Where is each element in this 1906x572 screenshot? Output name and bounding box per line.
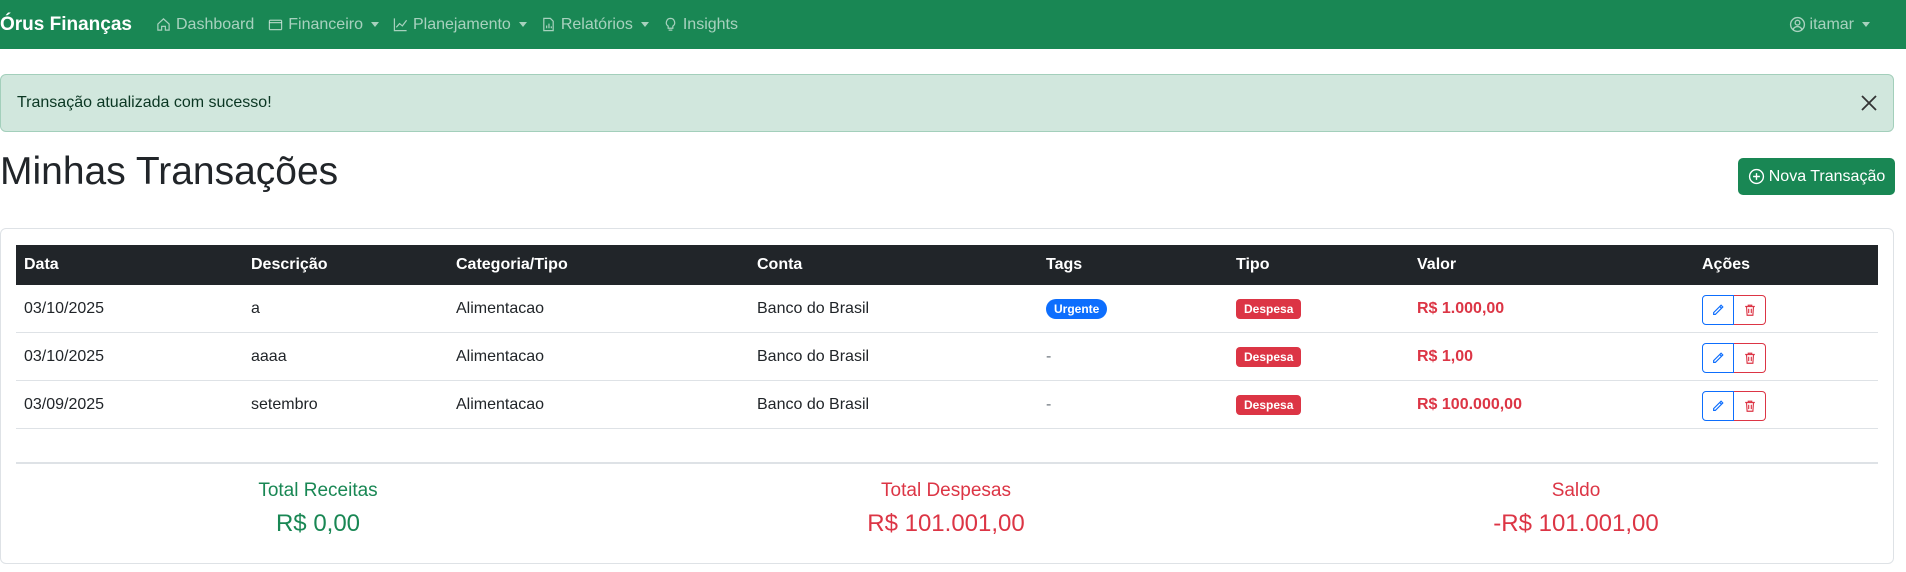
nav-label: Planejamento [412, 15, 511, 33]
column-header-tipo: Tipo [1236, 256, 1270, 273]
cell-tipo: Despesa [1236, 285, 1302, 333]
type-badge: Despesa [1236, 346, 1302, 367]
chart-line-icon [393, 18, 408, 32]
total-saldo: Saldo -R$ 101.001,00 [1426, 480, 1726, 538]
cell-tipo: Despesa [1236, 381, 1302, 429]
total-receitas-label: Total Receitas [258, 480, 378, 501]
type-badge: Despesa [1236, 394, 1302, 415]
column-header-conta: Conta [757, 256, 803, 273]
cell-tags: Urgente [1046, 285, 1108, 333]
cell-data: 03/10/2025 [24, 300, 105, 317]
row-actions [1702, 391, 1766, 421]
total-despesas-value: R$ 101.001,00 [867, 510, 1025, 537]
cell-conta: Banco do Brasil [757, 396, 870, 413]
plus-circle-icon [1748, 168, 1764, 185]
edit-button[interactable] [1702, 391, 1734, 421]
totals-divider [16, 462, 1878, 464]
cell-conta: Banco do Brasil [757, 300, 870, 317]
column-header-descricao: Descrição [251, 256, 328, 273]
table-header: Data Descrição Categoria/Tipo Conta Tags… [16, 245, 1878, 285]
cell-data: 03/10/2025 [24, 348, 105, 365]
nav-item-financeiro[interactable]: Financeiro [268, 16, 379, 34]
cell-categoria: Alimentacao [456, 300, 545, 317]
nav-item-dashboard[interactable]: Dashboard [156, 16, 254, 34]
cell-descricao: setembro [251, 396, 318, 413]
column-header-acoes: Ações [1702, 256, 1751, 273]
user-menu[interactable]: itamar [1789, 0, 1870, 49]
cell-conta: Banco do Brasil [757, 348, 870, 365]
pencil-icon [1713, 400, 1724, 411]
cell-tags: - [1046, 396, 1052, 413]
cell-categoria: Alimentacao [456, 348, 545, 365]
saldo-value: -R$ 101.001,00 [1493, 510, 1659, 537]
saldo-label: Saldo [1551, 480, 1601, 501]
edit-button[interactable] [1702, 343, 1734, 373]
table-row: 03/10/2025 aaaa Alimentacao Banco do Bra… [16, 333, 1878, 381]
nav-label: Relatórios [560, 15, 633, 33]
house-icon [157, 18, 170, 31]
delete-button[interactable] [1734, 391, 1766, 421]
cell-valor: R$ 100.000,00 [1417, 396, 1522, 413]
pencil-icon [1713, 304, 1724, 315]
trash-icon [1744, 400, 1755, 412]
row-actions [1702, 295, 1766, 325]
close-icon[interactable] [1857, 91, 1881, 115]
cell-tipo: Despesa [1236, 333, 1302, 381]
caret-down-icon [518, 22, 527, 27]
cell-valor: R$ 1.000,00 [1417, 300, 1505, 317]
delete-button[interactable] [1734, 295, 1766, 325]
brand-logo[interactable]: Órus Finanças [0, 14, 132, 36]
column-header-data: Data [24, 256, 59, 273]
success-alert: Transação atualizada com sucesso! [0, 74, 1894, 132]
cell-valor: R$ 1,00 [1417, 348, 1474, 365]
nav-item-insights[interactable]: Insights [663, 16, 738, 34]
trash-icon [1744, 352, 1755, 364]
cell-data: 03/09/2025 [24, 396, 105, 413]
alert-message: Transação atualizada com sucesso! [17, 94, 272, 111]
total-receitas: Total Receitas R$ 0,00 [168, 480, 468, 538]
nav-label: Financeiro [288, 15, 363, 33]
report-icon [543, 17, 554, 32]
column-header-tags: Tags [1046, 256, 1083, 273]
nav-label: Insights [682, 15, 738, 33]
total-despesas-label: Total Despesas [881, 480, 1011, 501]
lightbulb-icon [665, 17, 676, 31]
table-row: 03/10/2025 a Alimentacao Banco do Brasil… [16, 285, 1878, 333]
tag-badge: Urgente [1046, 298, 1108, 319]
table-row: 03/09/2025 setembro Alimentacao Banco do… [16, 381, 1878, 429]
total-receitas-value: R$ 0,00 [275, 510, 361, 537]
caret-down-icon [370, 22, 379, 27]
new-transaction-label: Nova Transação [1768, 167, 1886, 185]
pencil-icon [1713, 352, 1724, 363]
caret-down-icon [640, 22, 649, 27]
cell-categoria: Alimentacao [456, 396, 545, 413]
delete-button[interactable] [1734, 343, 1766, 373]
column-header-valor: Valor [1417, 256, 1457, 273]
edit-button[interactable] [1702, 295, 1734, 325]
new-transaction-button[interactable]: Nova Transação [1738, 158, 1895, 195]
wallet-icon [269, 19, 283, 31]
nav-item-planejamento[interactable]: Planejamento [393, 16, 527, 34]
type-badge: Despesa [1236, 298, 1302, 319]
top-navbar: Órus Finanças Dashboard Financeiro Plane… [0, 0, 1906, 49]
cell-descricao: aaaa [251, 348, 287, 365]
total-despesas: Total Despesas R$ 101.001,00 [796, 480, 1096, 538]
user-circle-icon [1789, 16, 1805, 33]
page-title: Minhas Transações [0, 150, 339, 193]
caret-down-icon [1862, 22, 1870, 27]
user-name: itamar [1809, 15, 1854, 33]
nav-item-relatorios[interactable]: Relatórios [541, 16, 649, 34]
row-actions [1702, 343, 1766, 373]
cell-tags: - [1046, 348, 1052, 365]
nav-label: Dashboard [176, 15, 255, 33]
trash-icon [1744, 304, 1755, 316]
column-header-categoria: Categoria/Tipo [456, 256, 568, 273]
cell-descricao: a [251, 300, 260, 317]
